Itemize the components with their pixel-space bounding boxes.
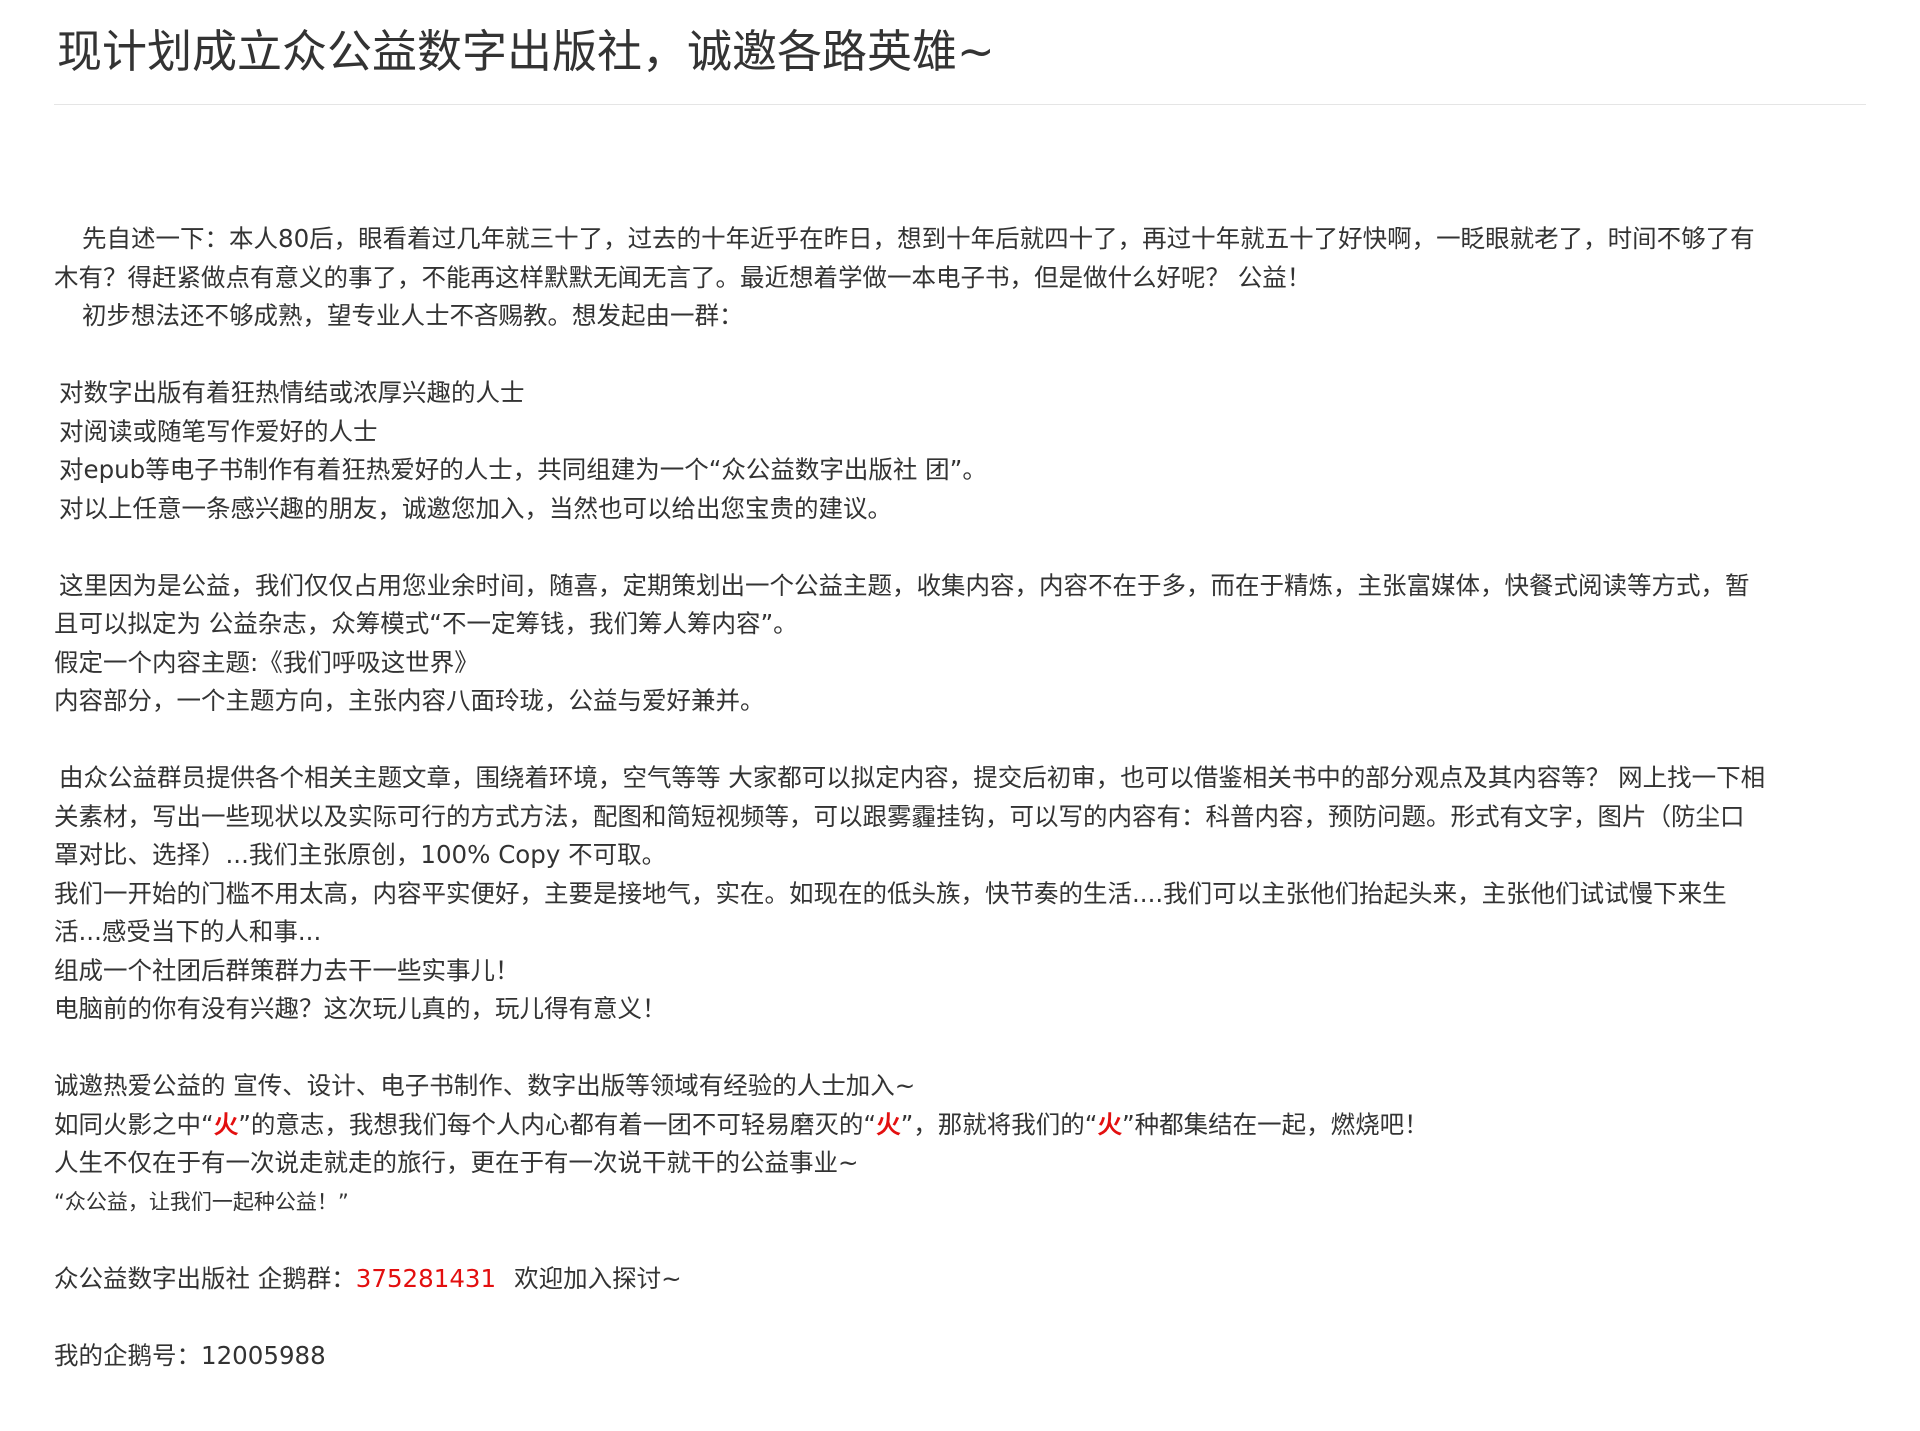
fire-word: 火	[1097, 1109, 1122, 1139]
qq-contact-line: 我的企鹅号：12005988	[54, 1337, 1866, 1376]
title-divider	[54, 104, 1866, 105]
plan-line-3: 假定一个内容主题:《我们呼吸这世界》	[54, 647, 479, 677]
content-line-7: 电脑前的你有没有兴趣？这次玩儿真的，玩儿得有意义！	[54, 994, 667, 1023]
fire-text-d: ”种都集结在一起，燃烧吧！	[1121, 1109, 1429, 1139]
group-number[interactable]: 375281431	[356, 1264, 496, 1293]
fire-word: 火	[213, 1109, 239, 1139]
plan-line-4: 内容部分，一个主题方向，主张内容八面玲珑，公益与爱好兼并。	[54, 686, 765, 715]
content-line-5: 活...感受当下的人和事...	[54, 917, 322, 946]
audience-item: 对阅读或随笔写作爱好的人士	[59, 416, 378, 446]
group-suffix: 欢迎加入探讨~	[514, 1263, 682, 1293]
group-label: 众公益数字出版社 企鹅群：	[54, 1263, 356, 1293]
article-body: 先自述一下：本人80后，眼看着过几年就三十了，过去的十年近乎在昨日，想到十年后就…	[54, 220, 1866, 1375]
audience-item: 对epub等电子书制作有着狂热爱好的人士，共同组建为一个“众公益数字出版社 团”…	[59, 455, 987, 484]
invite-line-1: 诚邀热爱公益的 宣传、设计、电子书制作、数字出版等领域有经验的人士加入~	[54, 1071, 916, 1100]
content-line-1: 由众公益群员提供各个相关主题文章，围绕着环境，空气等等 大家都可以拟定内容，提交…	[59, 763, 1766, 792]
slogan: “众公益，让我们一起种公益！”	[54, 1189, 349, 1214]
plan-line-2: 且可以拟定为 公益杂志，众筹模式“不一定筹钱，我们筹人筹内容”。	[54, 609, 798, 638]
invite-line-3: 人生不仅在于有一次说走就走的旅行，更在于有一次说干就干的公益事业~	[54, 1148, 859, 1177]
article-page: 现计划成立众公益数字出版社，诚邀各路英雄~ 先自述一下：本人80后，眼看着过几年…	[0, 0, 1920, 1431]
plan-line-1: 这里因为是公益，我们仅仅占用您业余时间，随喜，定期策划出一个公益主题，收集内容，…	[59, 570, 1750, 600]
audience-item: 对数字出版有着狂热情结或浓厚兴趣的人士	[59, 378, 525, 407]
content-line-4: 我们一开始的门槛不用太高，内容平实便好，主要是接地气，实在。如现在的低头族，快节…	[54, 878, 1727, 908]
qq-number: 12005988	[201, 1340, 326, 1370]
page-title: 现计划成立众公益数字出版社，诚邀各路英雄~	[57, 25, 995, 78]
audience-item: 对以上任意一条感兴趣的朋友，诚邀您加入，当然也可以给出您宝贵的建议。	[59, 493, 892, 523]
content-line-3: 罩对比、选择）...我们主张原创，100% Copy 不可取。	[54, 840, 667, 869]
qq-label: 我的企鹅号：	[54, 1340, 201, 1370]
intro-line-1: 先自述一下：本人80后，眼看着过几年就三十了，过去的十年近乎在昨日，想到十年后就…	[82, 224, 1755, 253]
intro-line-2: 木有？得赶紧做点有意义的事了，不能再这样默默无闻无言了。最近想着学做一本电子书，…	[54, 262, 1312, 292]
content-line-6: 组成一个社团后群策群力去干一些实事儿！	[54, 955, 520, 985]
fire-text-a: 如同火影之中“	[54, 1109, 214, 1139]
invite-fire-line: 如同火影之中“火”的意志，我想我们每个人内心都有着一团不可轻易磨灭的“火”，那就…	[54, 1106, 1866, 1145]
fire-text-b: ”的意志，我想我们每个人内心都有着一团不可轻易磨灭的“	[238, 1109, 877, 1139]
intro-line-3: 初步想法还不够成熟，望专业人士不吝赐教。想发起由一群：	[82, 301, 744, 330]
fire-word: 火	[876, 1109, 901, 1139]
content-line-2: 关素材，写出一些现状以及实际可行的方式方法，配图和简短视频等，可以跟雾霾挂钩，可…	[54, 801, 1745, 831]
group-contact-line: 众公益数字出版社 企鹅群：375281431 欢迎加入探讨~	[54, 1260, 1866, 1299]
fire-text-c: ”，那就将我们的“	[900, 1109, 1098, 1139]
